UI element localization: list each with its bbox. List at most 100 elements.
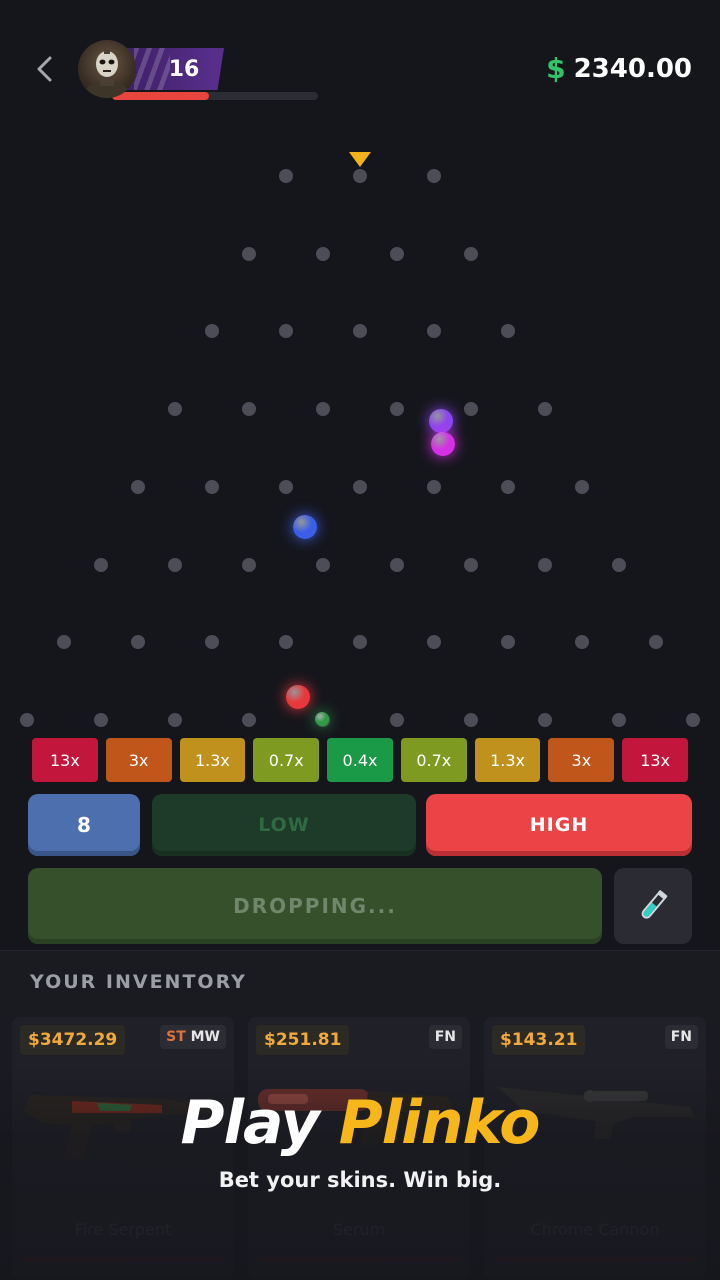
multiplier-slot: 0.7x [253, 738, 320, 782]
peg [316, 557, 330, 572]
chevron-left-icon [37, 56, 52, 82]
drop-button[interactable]: DROPPING... [28, 868, 602, 944]
peg [649, 635, 663, 650]
wear-bar [22, 1257, 224, 1261]
peg [353, 479, 367, 494]
peg [538, 402, 552, 417]
peg [390, 402, 404, 417]
peg [316, 246, 330, 261]
currency-symbol: $ [546, 52, 566, 85]
drop-point-marker [349, 152, 371, 167]
condition-label: FN [434, 1029, 456, 1045]
balance-amount: 2340.00 [573, 53, 692, 84]
avatar[interactable] [78, 40, 136, 98]
peg [242, 246, 256, 261]
multiplier-slot: 1.3x [474, 738, 541, 782]
multiplier-slot: 13x [32, 738, 98, 782]
item-price: $3472.29 [20, 1025, 126, 1055]
level-number: 16 [168, 56, 200, 82]
peg [242, 712, 256, 727]
peg [205, 635, 219, 650]
peg [538, 712, 552, 727]
multiplier-slot: 0.4x [327, 738, 393, 782]
peg [242, 557, 256, 572]
peg [390, 246, 404, 261]
inventory-title: YOUR INVENTORY [30, 971, 247, 993]
masked-character-icon [83, 50, 131, 98]
wear-bar [494, 1257, 696, 1261]
risk-low-button[interactable]: LOW [152, 794, 416, 856]
multiplier-slot: 3x [548, 738, 615, 782]
promo-subtitle: Bet your skins. Win big. [218, 1168, 502, 1192]
condition-label: MW [190, 1029, 220, 1045]
peg [242, 402, 256, 417]
peg [538, 557, 552, 572]
peg [464, 246, 478, 261]
peg [390, 712, 404, 727]
item-name: Chrome Cannon [530, 1220, 660, 1239]
multiplier-row: 13x 3x 1.3x 0.7x 0.4x 0.7x 1.3x 3x 13x [32, 738, 689, 782]
wear-bar [258, 1257, 460, 1261]
item-name: Serum [332, 1220, 386, 1239]
peg [57, 635, 71, 650]
item-name: Fire Serpent [74, 1220, 172, 1239]
xp-progress-fill [112, 92, 209, 100]
peg [353, 169, 367, 183]
peg [20, 712, 34, 727]
back-button[interactable] [28, 52, 62, 86]
multiplier-slot: 0.7x [400, 738, 467, 782]
plinko-screen: 16 $ 2340.00 13x 3x 1.3x 0.7x 0.4x 0.7x 1.3x 3x… [0, 0, 720, 1280]
peg [501, 635, 515, 650]
peg [205, 324, 219, 339]
xp-progress-bar [112, 92, 318, 100]
blue-ball [293, 515, 317, 539]
multiplier-slot: 3x [105, 738, 172, 782]
promo-title: Play Plinko [0, 1088, 720, 1158]
peg [464, 557, 478, 572]
peg [464, 402, 478, 417]
red-ball [286, 685, 310, 709]
promo-title-white: Play [180, 1088, 320, 1158]
magenta-ball [431, 432, 455, 456]
purple-ball [429, 409, 453, 433]
peg [279, 635, 293, 650]
peg [390, 557, 404, 572]
multiplier-slot: 13x [622, 738, 689, 782]
peg [168, 402, 182, 417]
multiplier-slot: 1.3x [179, 738, 246, 782]
item-price: $143.21 [492, 1025, 586, 1055]
peg [427, 635, 441, 650]
peg [279, 324, 293, 339]
peg [501, 479, 515, 494]
green-ball [315, 712, 329, 726]
peg [168, 712, 182, 727]
peg [131, 479, 145, 494]
item-condition: FN [664, 1025, 698, 1049]
peg [427, 324, 441, 339]
peg [612, 712, 626, 727]
item-condition: FN [428, 1025, 462, 1049]
peg [464, 712, 478, 727]
peg [575, 635, 589, 650]
condition-label: FN [670, 1029, 692, 1045]
peg [427, 479, 441, 494]
peg [501, 324, 515, 339]
peg [427, 169, 441, 183]
peg [279, 479, 293, 494]
item-price: $251.81 [256, 1025, 350, 1055]
boost-button[interactable] [614, 868, 692, 944]
peg [575, 479, 589, 494]
test-tube-icon [641, 890, 668, 919]
item-condition: ST MW [160, 1025, 226, 1049]
peg [316, 402, 330, 417]
promo-title-yellow: Plinko [338, 1088, 541, 1158]
peg [168, 557, 182, 572]
peg [686, 712, 700, 727]
rows-selector-button[interactable]: 8 [28, 794, 140, 856]
risk-high-button[interactable]: HIGH [426, 794, 692, 856]
peg [279, 169, 293, 183]
peg [353, 635, 367, 650]
peg [94, 712, 108, 727]
peg [612, 557, 626, 572]
stattrak-label: ST [166, 1029, 186, 1045]
